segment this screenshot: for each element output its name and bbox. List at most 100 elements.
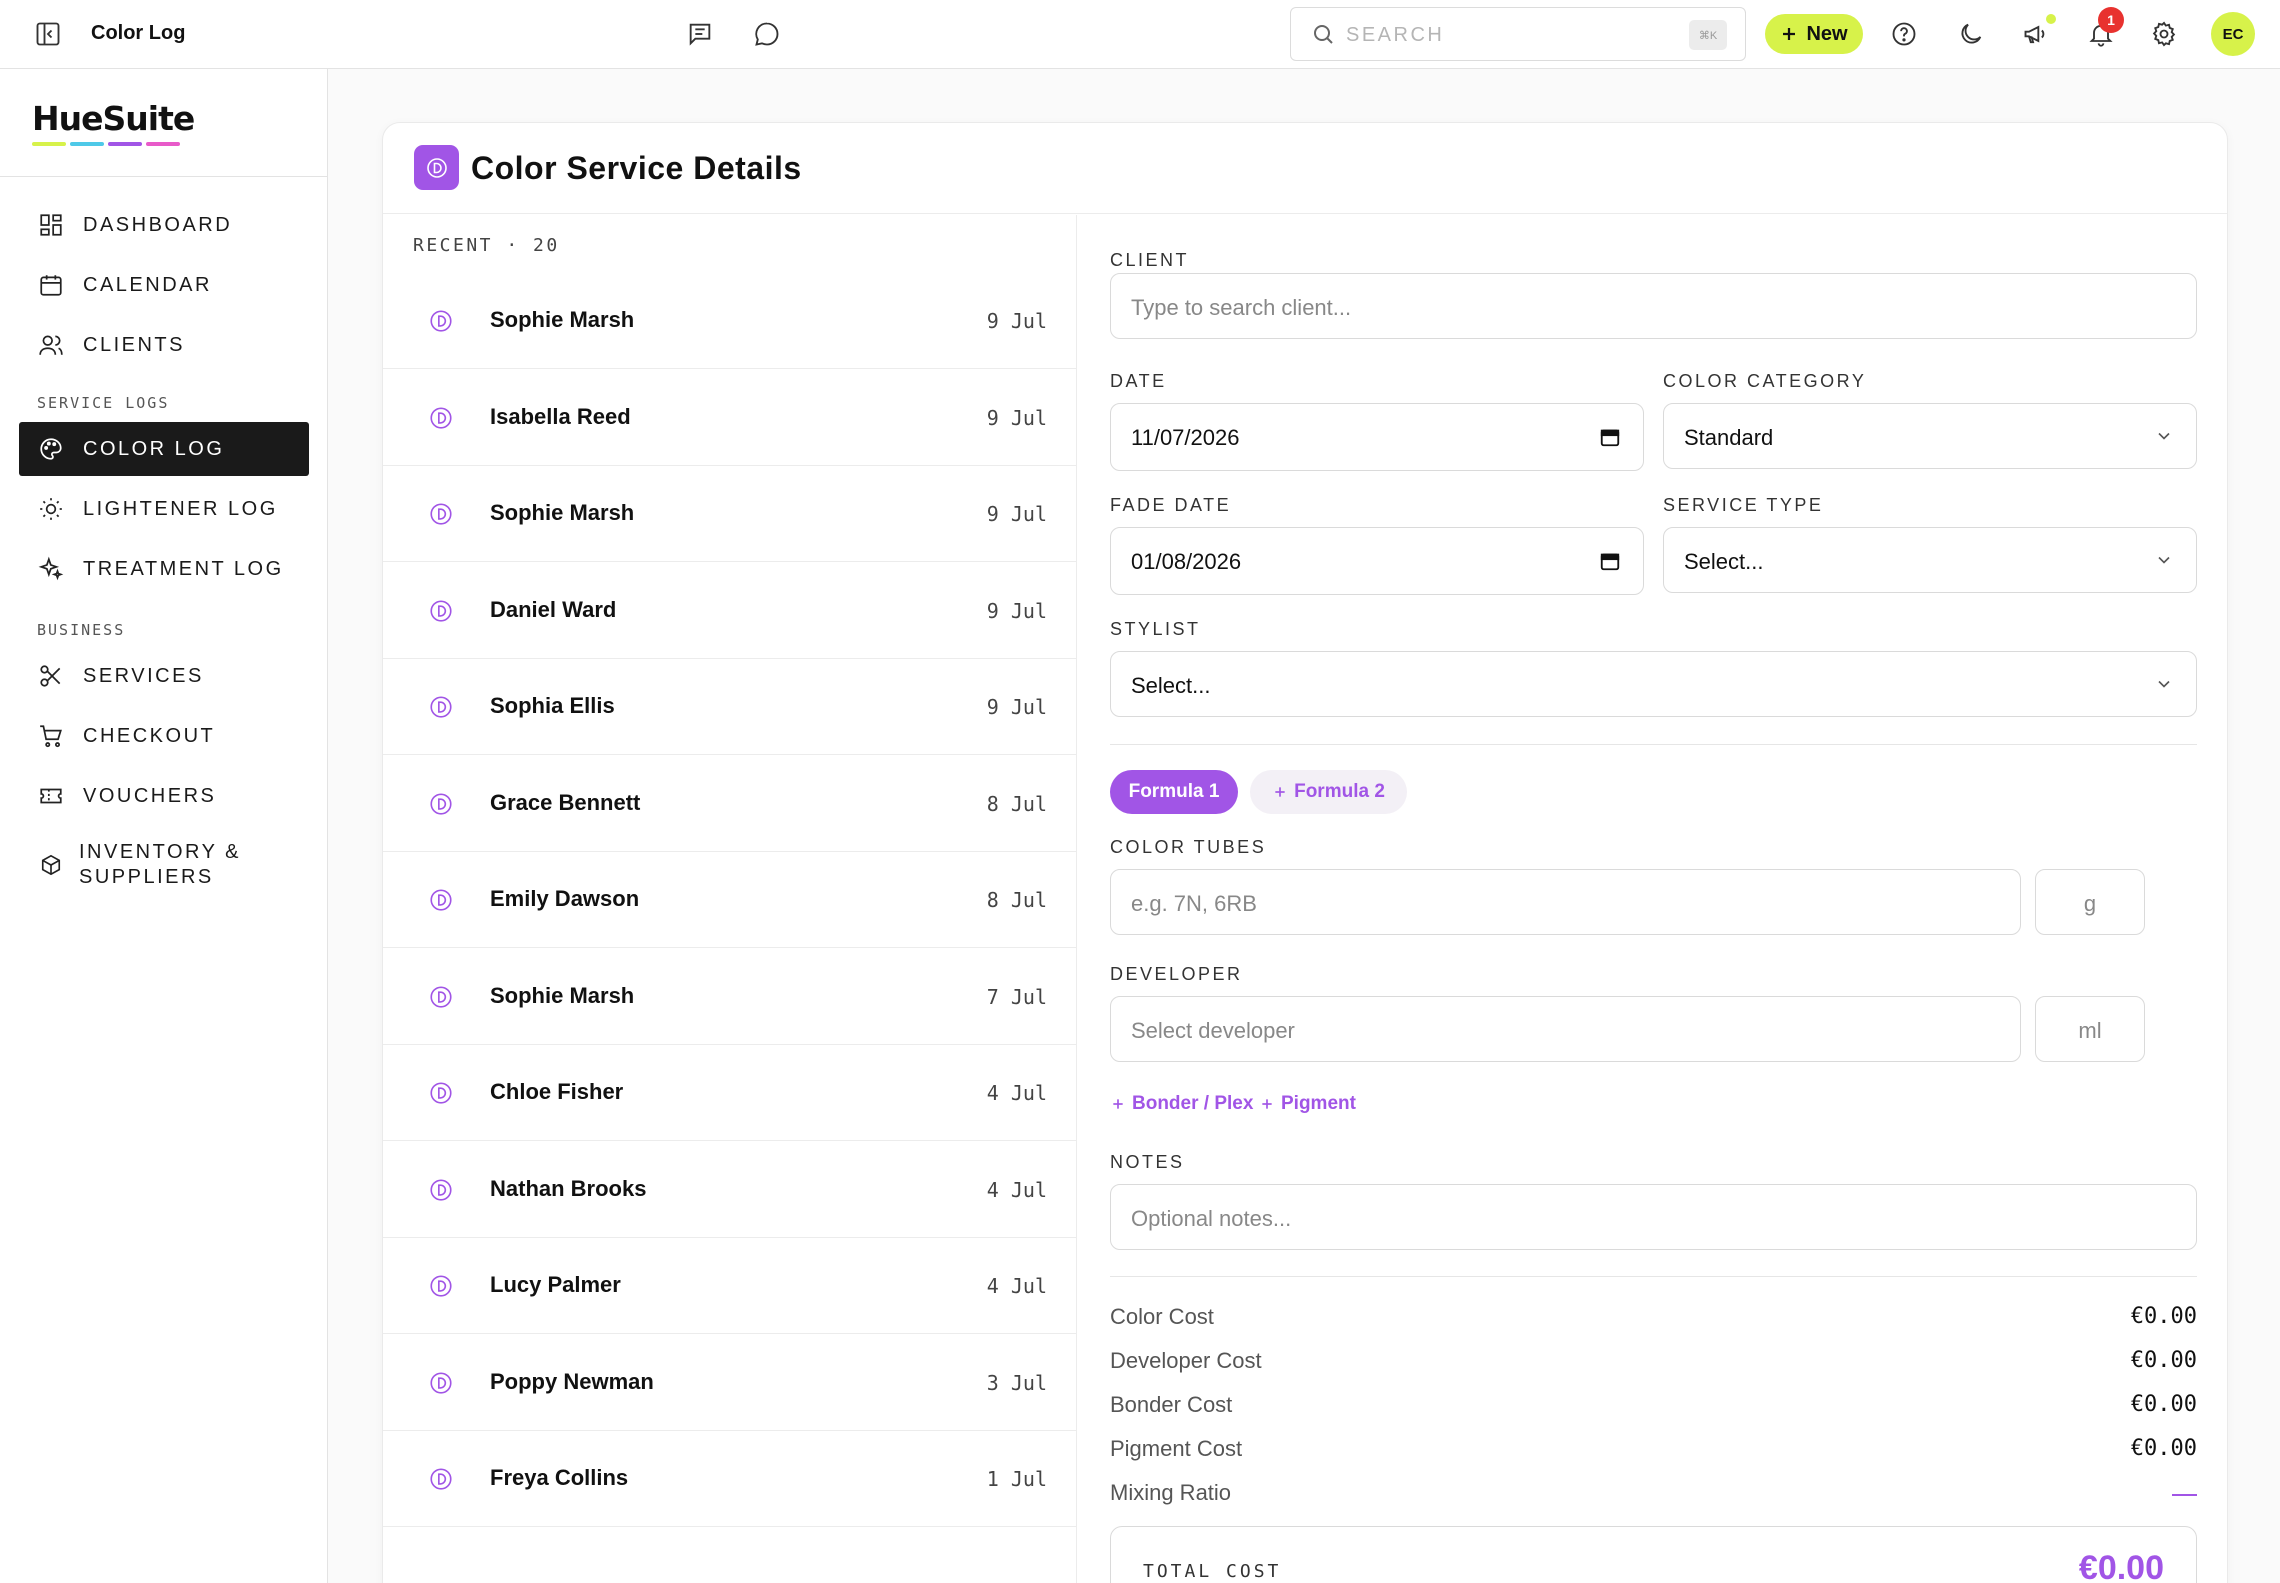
color-log-icon xyxy=(428,501,454,532)
sidebar-item-label: LIGHTENER LOG xyxy=(83,497,278,520)
bonder-cost-row: Bonder Cost €0.00 xyxy=(1110,1384,2197,1428)
color-tubes-input[interactable]: e.g. 7N, 6RB xyxy=(1110,869,2021,935)
calendar-picker-icon[interactable] xyxy=(1599,550,1621,577)
service-type-select[interactable]: Select... xyxy=(1663,527,2197,593)
color-log-icon xyxy=(428,1466,454,1497)
developer-select[interactable]: Select developer xyxy=(1110,996,2021,1062)
date-value: 11/07/2026 xyxy=(1131,425,1240,450)
entry-date: 9 Jul xyxy=(986,405,1047,430)
color-log-icon xyxy=(428,1080,454,1111)
add-pigment-link[interactable]: Pigment xyxy=(1259,1093,1356,1115)
list-item[interactable]: Grace Bennett 8 Jul xyxy=(383,756,1077,852)
entry-date: 1 Jul xyxy=(986,1467,1047,1491)
chevron-down-icon xyxy=(2154,426,2174,451)
brand-color-bars xyxy=(32,142,194,146)
plus-icon xyxy=(1275,787,1285,797)
sidebar-item-color-log[interactable]: COLOR LOG xyxy=(19,422,309,476)
fade-date-value: 01/08/2026 xyxy=(1131,549,1242,574)
list-item[interactable]: Nathan Brooks 4 Jul xyxy=(383,1142,1077,1238)
tab-formula-2[interactable]: Formula 2 xyxy=(1250,770,1407,814)
chevron-down-icon xyxy=(2154,674,2174,699)
client-name: Sophia Ellis xyxy=(490,693,615,718)
sidebar-divider xyxy=(0,176,328,177)
search-shortcut: ⌘K xyxy=(1689,20,1727,50)
client-name: Sophie Marsh xyxy=(490,500,635,525)
color-log-icon xyxy=(428,1177,454,1208)
palette-icon xyxy=(37,436,65,462)
search-icon xyxy=(1311,22,1335,51)
avatar[interactable]: EC xyxy=(2211,12,2255,56)
notes-input[interactable]: Optional notes... xyxy=(1110,1184,2197,1250)
list-item[interactable]: Chloe Fisher 4 Jul xyxy=(383,1045,1077,1141)
list-item[interactable]: Isabella Reed 9 Jul xyxy=(383,370,1077,466)
client-name: Daniel Ward xyxy=(490,596,617,622)
form-divider xyxy=(1110,744,2197,745)
list-item[interactable]: Daniel Ward 9 Jul xyxy=(383,563,1077,659)
brand-logo[interactable]: HueSuite xyxy=(32,99,195,146)
megaphone-icon[interactable] xyxy=(2022,20,2050,48)
entry-date: 8 Jul xyxy=(986,791,1047,816)
color-category-label: COLOR CATEGORY xyxy=(1663,371,1867,391)
color-log-icon xyxy=(428,887,454,918)
notes-placeholder: Optional notes... xyxy=(1131,1206,1292,1231)
list-item[interactable]: Poppy Newman 3 Jul xyxy=(383,1335,1077,1431)
sidebar-item-clients[interactable]: CLIENTS xyxy=(19,318,309,372)
recent-count-label: RECENT · 20 xyxy=(413,235,560,256)
stylist-select[interactable]: Select... xyxy=(1110,651,2197,717)
client-search-input[interactable]: Type to search client... xyxy=(1110,273,2197,339)
help-icon[interactable] xyxy=(1890,20,1918,48)
new-button-label: New xyxy=(1806,22,1848,45)
chat-icon[interactable] xyxy=(753,20,781,48)
list-item[interactable]: Emily Dawson 8 Jul xyxy=(383,852,1077,948)
color-log-icon xyxy=(428,598,454,629)
cost-label: Bonder Cost xyxy=(1110,1392,1233,1417)
color-tubes-grams-input[interactable]: g xyxy=(2035,869,2145,935)
sidebar-toggle-icon[interactable] xyxy=(34,20,62,48)
list-item[interactable]: Sophie Marsh 9 Jul xyxy=(383,466,1077,562)
client-name: Emily Dawson xyxy=(490,886,640,911)
list-item[interactable]: Sophia Ellis 9 Jul xyxy=(383,659,1077,755)
color-category-select[interactable]: Standard xyxy=(1663,403,2197,469)
sidebar-item-label: SERVICES xyxy=(83,664,204,687)
list-item[interactable]: Sophie Marsh 9 Jul xyxy=(383,273,1077,369)
add-bonder-link[interactable]: Bonder / Plex xyxy=(1110,1093,1253,1115)
moon-icon[interactable] xyxy=(1957,20,1985,48)
entry-date: 9 Jul xyxy=(986,309,1047,333)
card-header: Color Service Details xyxy=(383,123,2227,214)
fade-date-label: FADE DATE xyxy=(1110,495,1232,515)
sidebar-item-vouchers[interactable]: VOUCHERS xyxy=(19,769,309,823)
sidebar-item-inventory-suppliers[interactable]: INVENTORY & SUPPLIERS xyxy=(19,832,309,898)
messages-icon[interactable] xyxy=(686,20,714,48)
client-name: Isabella Reed xyxy=(490,403,631,429)
sidebar-item-treatment-log[interactable]: TREATMENT LOG xyxy=(19,542,309,596)
stylist-label: STYLIST xyxy=(1110,619,1201,639)
plus-icon xyxy=(1113,1099,1123,1109)
entry-date: 4 Jul xyxy=(986,1274,1047,1298)
cost-value: €0.00 xyxy=(2130,1304,2197,1329)
sidebar-item-calendar[interactable]: CALENDAR xyxy=(19,258,309,312)
ticket-icon xyxy=(37,783,65,809)
cost-label: Color Cost xyxy=(1110,1304,1214,1329)
date-field[interactable]: 11/07/2026 xyxy=(1110,403,1644,471)
sidebar-item-lightener-log[interactable]: LIGHTENER LOG xyxy=(19,482,309,536)
color-log-icon xyxy=(428,405,454,436)
cost-label: Developer Cost xyxy=(1110,1348,1262,1373)
dashboard-icon xyxy=(37,212,65,238)
sidebar-item-checkout[interactable]: CHECKOUT xyxy=(19,709,309,763)
list-item[interactable]: Freya Collins 1 Jul xyxy=(383,1431,1077,1527)
stylist-value: Select... xyxy=(1131,673,1211,698)
search-input[interactable]: SEARCH ⌘K xyxy=(1290,7,1746,61)
mixing-ratio-empty-dash xyxy=(2172,1494,2197,1496)
sidebar-item-dashboard[interactable]: DASHBOARD xyxy=(19,198,309,252)
client-label: CLIENT xyxy=(1110,250,1190,270)
list-item[interactable]: Sophie Marsh 7 Jul xyxy=(383,949,1077,1045)
new-button[interactable]: New xyxy=(1765,14,1863,54)
gear-icon[interactable] xyxy=(2150,20,2178,48)
top-bar: Color Log SEARCH ⌘K New 1 EC xyxy=(0,0,2280,69)
sidebar-item-services[interactable]: SERVICES xyxy=(19,649,309,703)
list-item[interactable]: Lucy Palmer 4 Jul xyxy=(383,1238,1077,1334)
tab-formula-1[interactable]: Formula 1 xyxy=(1110,770,1238,814)
developer-ml-input[interactable]: ml xyxy=(2035,996,2145,1062)
calendar-picker-icon[interactable] xyxy=(1599,426,1621,453)
fade-date-field[interactable]: 01/08/2026 xyxy=(1110,527,1644,595)
